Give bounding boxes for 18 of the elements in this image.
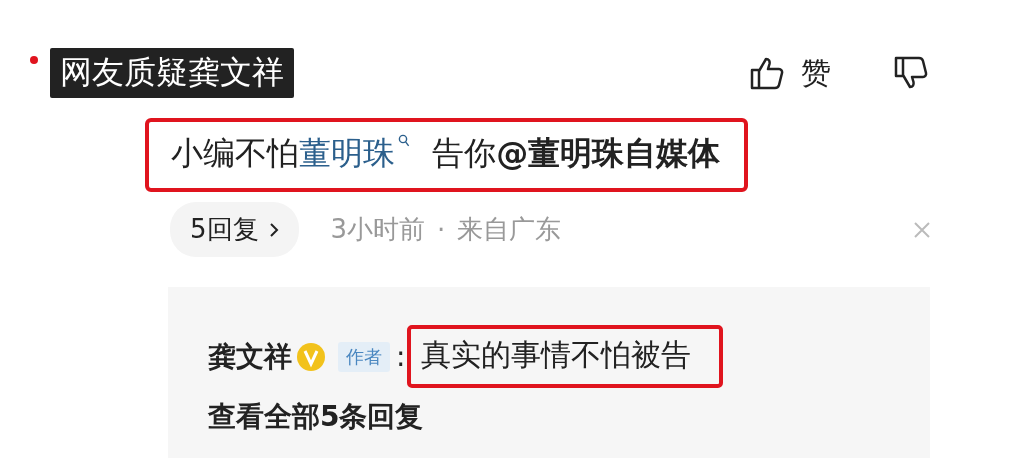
search-icon [398,134,410,148]
thumbs-down-icon[interactable] [893,55,929,91]
reply-text: 真实的事情不怕被告 [407,325,724,388]
colon-text: : [396,340,406,373]
location-text: 来自广东 [457,213,562,246]
caption-text: 网友质疑龚文祥 [50,48,294,98]
chevron-icon [268,221,279,238]
topic-link[interactable]: 董明珠 [299,134,422,172]
author-tag: 作者 [338,341,390,372]
thumbs-up-icon [749,55,785,91]
timestamp: 3小时前 [330,213,426,246]
bullet-dot [30,56,38,64]
separator-dot: · [437,214,446,245]
author-name[interactable]: 龚文祥 [208,337,292,376]
view-all-replies-link[interactable]: 查看全部5条回复 [208,398,424,436]
like-button[interactable]: 赞 [749,52,831,94]
comment-text: 小编不怕董明珠 告你@董明珠自媒体 [145,118,749,192]
replies-button[interactable]: 5回复 [170,202,299,257]
